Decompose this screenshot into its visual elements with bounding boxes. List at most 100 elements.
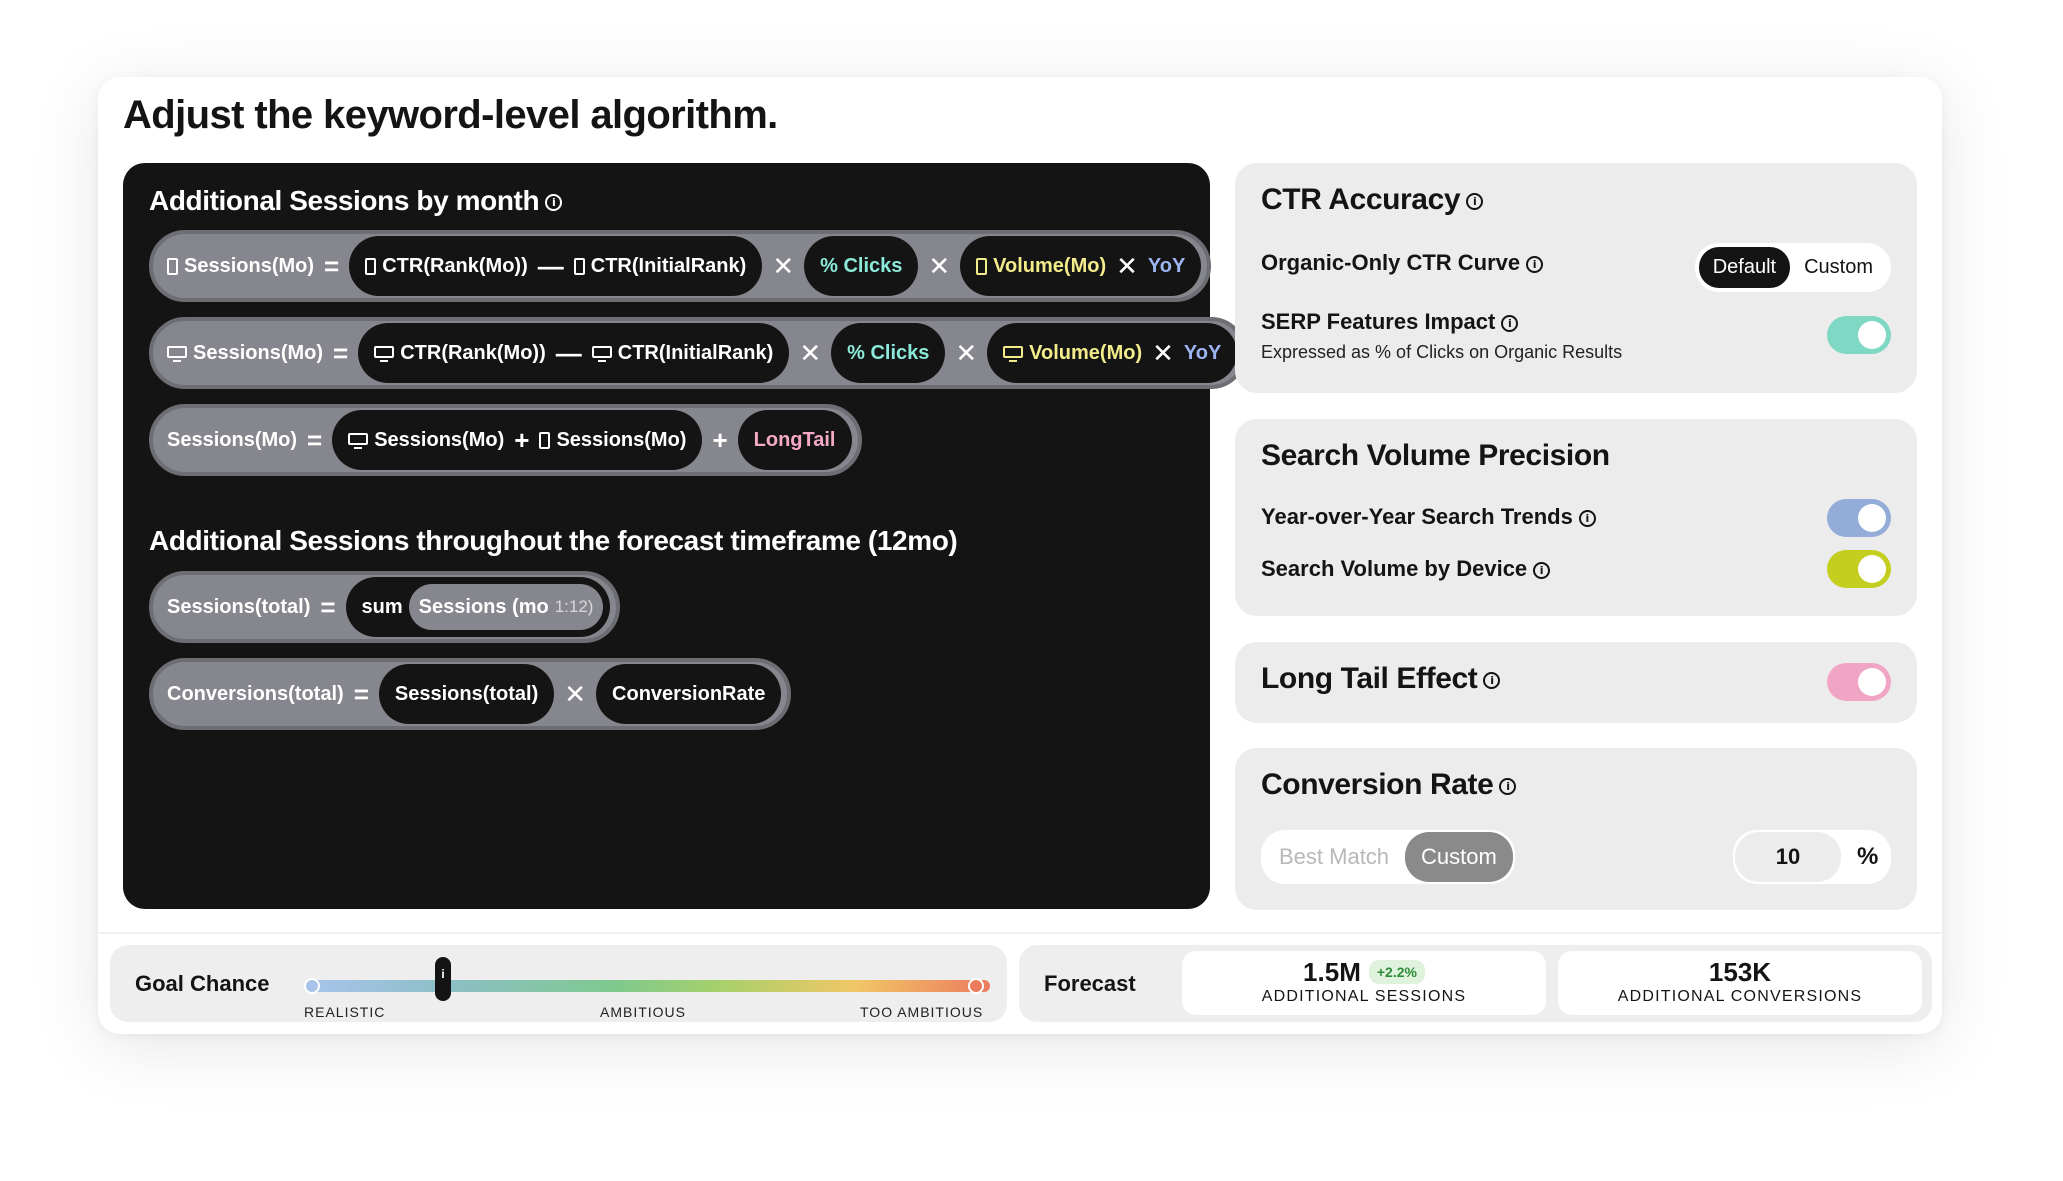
term-volume: Volume(Mo) bbox=[993, 254, 1107, 277]
conversion-value-input[interactable]: 10 % bbox=[1733, 830, 1891, 884]
mobile-icon bbox=[573, 257, 585, 275]
serp-toggle[interactable] bbox=[1827, 316, 1891, 354]
clicks-pill[interactable]: % Clicks bbox=[831, 323, 946, 383]
times-sign: ✕ bbox=[1152, 337, 1174, 368]
level-realistic: REALISTIC bbox=[304, 1004, 386, 1020]
volume-heading: Search Volume Precision bbox=[1261, 439, 1610, 472]
term-yoy: YoY bbox=[1183, 341, 1222, 364]
divider bbox=[98, 932, 1942, 934]
desktop-icon bbox=[1003, 345, 1024, 362]
ctr-default-option[interactable]: Default bbox=[1698, 247, 1791, 288]
track-start-dot bbox=[304, 978, 320, 994]
formula-mobile-sessions: Sessions(Mo) = CTR(Rank(Mo)) — CTR(Initi… bbox=[149, 230, 1212, 302]
longtail-pill[interactable]: LongTail bbox=[737, 410, 852, 470]
device-toggle[interactable] bbox=[1827, 550, 1891, 588]
goal-slider-handle[interactable]: i bbox=[435, 957, 451, 1001]
conversion-rate-panel: Conversion Rate i Best Match Custom 10 % bbox=[1235, 748, 1917, 910]
mobile-icon bbox=[167, 257, 178, 275]
term-ctr-initial: CTR(InitialRank) bbox=[590, 254, 747, 277]
term-volume: Volume(Mo) bbox=[1029, 341, 1143, 364]
formula-lhs: Sessions(Mo) bbox=[167, 428, 298, 451]
longtail-toggle[interactable] bbox=[1827, 663, 1891, 701]
serp-label: SERP Features Impact i bbox=[1261, 309, 1519, 335]
plus-sign: + bbox=[514, 424, 530, 455]
monthly-range-pill[interactable]: Sessions (mo 1:12) bbox=[408, 584, 604, 630]
sum-label: sum bbox=[361, 595, 403, 618]
forecast-bar: Forecast 1.5M +2.2% ADDITIONAL SESSIONS 1… bbox=[1019, 945, 1932, 1022]
device-label: Search Volume by Device i bbox=[1261, 556, 1551, 582]
conversions-caption: ADDITIONAL CONVERSIONS bbox=[1617, 988, 1863, 1005]
conversion-rate-pill[interactable]: ConversionRate bbox=[596, 664, 782, 724]
mobile-icon bbox=[976, 257, 988, 275]
ctr-custom-option[interactable]: Custom bbox=[1790, 247, 1887, 288]
forecast-sessions-card: 1.5M +2.2% ADDITIONAL SESSIONS bbox=[1182, 951, 1546, 1015]
clicks-pill[interactable]: % Clicks bbox=[804, 236, 919, 296]
monthly-heading: Additional Sessions by month i bbox=[149, 185, 563, 217]
range-value: 1:12) bbox=[554, 597, 594, 616]
term-yoy: YoY bbox=[1147, 254, 1186, 277]
formula-lhs: Sessions(Mo) bbox=[184, 254, 315, 277]
yoy-label: Year-over-Year Search Trends i bbox=[1261, 504, 1596, 530]
goal-chance-label: Goal Chance bbox=[135, 971, 270, 996]
info-icon[interactable]: i bbox=[1533, 561, 1551, 579]
yoy-toggle[interactable] bbox=[1827, 499, 1891, 537]
term-ctr-rank: CTR(Rank(Mo)) bbox=[382, 254, 528, 277]
conversion-mode-toggle[interactable]: Best Match Custom bbox=[1261, 830, 1515, 884]
longtail-heading: Long Tail Effect i bbox=[1261, 662, 1501, 696]
times-sign: ✕ bbox=[564, 678, 587, 709]
formula-total-conversions: Conversions(total) = Sessions(total) ✕ C… bbox=[149, 658, 792, 730]
formula-panel: Additional Sessions by month i Sessions(M… bbox=[123, 163, 1248, 909]
ctr-delta-pill[interactable]: CTR(Rank(Mo)) — CTR(InitialRank) bbox=[358, 323, 790, 383]
page-title: Adjust the keyword-level algorithm. bbox=[123, 93, 778, 137]
ctr-curve-toggle[interactable]: Default Custom bbox=[1694, 243, 1891, 292]
term-mobile-sessions: Sessions(Mo) bbox=[556, 428, 687, 451]
level-ambitious: AMBITIOUS bbox=[600, 1004, 687, 1020]
times-sign: ✕ bbox=[1116, 250, 1138, 281]
formula-lhs: Sessions(total) bbox=[167, 595, 311, 618]
goal-gradient-track[interactable] bbox=[310, 980, 990, 992]
equals-sign: = bbox=[333, 337, 349, 368]
sessions-value: 1.5M bbox=[1303, 957, 1361, 987]
volume-pill[interactable]: Volume(Mo) ✕ YoY bbox=[960, 236, 1202, 296]
desktop-icon bbox=[348, 432, 369, 449]
equals-sign: = bbox=[307, 424, 323, 455]
info-icon[interactable]: i bbox=[1578, 509, 1596, 527]
ctr-accuracy-panel: CTR Accuracy i Organic-Only CTR Curve i De… bbox=[1235, 163, 1917, 393]
info-icon[interactable]: i bbox=[1526, 255, 1544, 273]
times-sign: ✕ bbox=[799, 337, 822, 368]
total-heading: Additional Sessions throughout the forec… bbox=[149, 525, 958, 556]
sessions-change-badge: +2.2% bbox=[1368, 960, 1425, 984]
times-sign: ✕ bbox=[772, 250, 795, 281]
best-match-option[interactable]: Best Match bbox=[1263, 832, 1405, 882]
plus-sign: + bbox=[712, 424, 728, 455]
conversion-heading: Conversion Rate i bbox=[1261, 768, 1517, 802]
term-ctr-rank: CTR(Rank(Mo)) bbox=[400, 341, 546, 364]
desktop-icon bbox=[591, 345, 612, 362]
conversion-value[interactable]: 10 bbox=[1735, 832, 1841, 882]
ctr-curve-label: Organic-Only CTR Curve i bbox=[1261, 250, 1544, 276]
range-label: Sessions (mo bbox=[418, 595, 549, 618]
algorithm-card: Adjust the keyword-level algorithm. Addi… bbox=[98, 77, 1942, 1034]
times-sign: ✕ bbox=[928, 250, 951, 281]
info-icon[interactable]: i bbox=[545, 194, 563, 212]
info-icon[interactable]: i bbox=[1466, 192, 1484, 210]
device-sum-pill[interactable]: Sessions(Mo) + Sessions(Mo) bbox=[332, 410, 703, 470]
custom-option[interactable]: Custom bbox=[1405, 832, 1513, 882]
equals-sign: = bbox=[324, 250, 340, 281]
info-icon[interactable]: i bbox=[1483, 671, 1501, 689]
minus-sign: — bbox=[555, 337, 582, 368]
ctr-delta-pill[interactable]: CTR(Rank(Mo)) — CTR(InitialRank) bbox=[349, 236, 763, 296]
info-icon[interactable]: i bbox=[1499, 777, 1517, 795]
equals-sign: = bbox=[353, 678, 369, 709]
sum-pill[interactable]: sum Sessions (mo 1:12) bbox=[345, 577, 611, 637]
formula-lhs: Conversions(total) bbox=[167, 682, 344, 705]
ctr-heading: CTR Accuracy i bbox=[1261, 183, 1484, 217]
info-icon[interactable]: i bbox=[1501, 314, 1519, 332]
forecast-conversions-card: 153K ADDITIONAL CONVERSIONS bbox=[1558, 951, 1922, 1015]
track-end-dot bbox=[968, 978, 984, 994]
percent-unit: % bbox=[1857, 843, 1879, 870]
minus-sign: — bbox=[537, 250, 564, 281]
total-sessions-pill[interactable]: Sessions(total) bbox=[378, 664, 555, 724]
conversions-value: 153K bbox=[1708, 957, 1772, 987]
volume-pill[interactable]: Volume(Mo) ✕ YoY bbox=[987, 323, 1238, 383]
